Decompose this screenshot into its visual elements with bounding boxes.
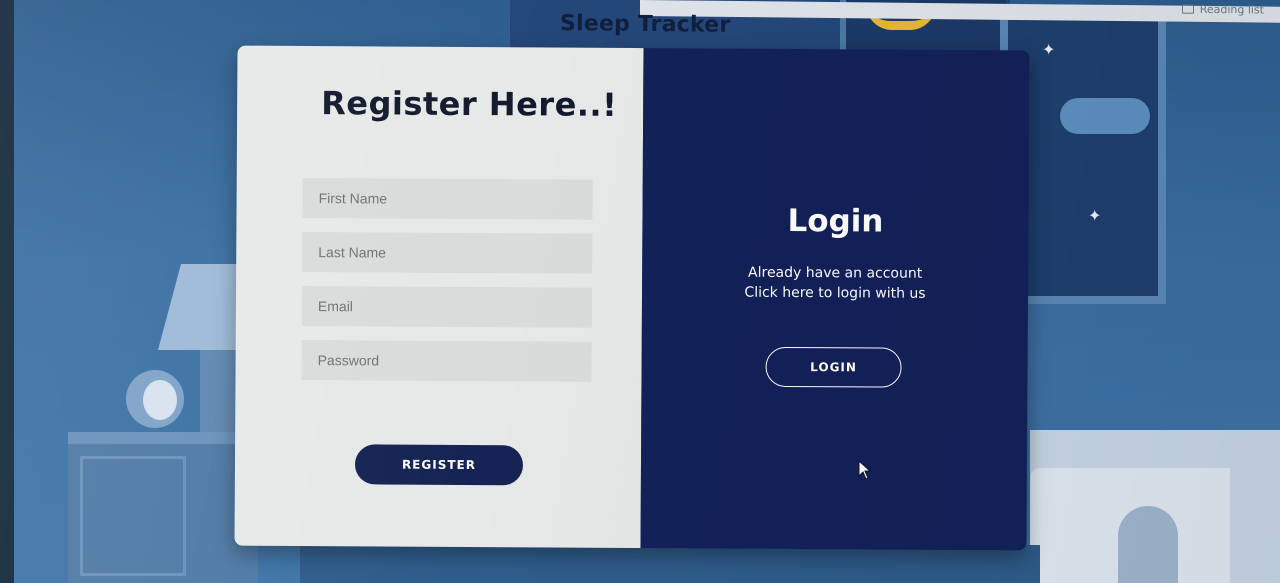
register-heading: Register Here..! xyxy=(321,84,618,124)
login-panel: Login Already have an account Click here… xyxy=(640,48,1030,551)
sparkle-star-icon: ✦ xyxy=(1088,206,1102,225)
reading-list-icon xyxy=(1181,4,1194,14)
arrow-cursor-icon xyxy=(858,460,872,480)
background-clock-face xyxy=(143,380,177,420)
login-subtext-line2: Click here to login with us xyxy=(744,284,926,302)
register-panel: Register Here..! REGISTER xyxy=(234,45,644,549)
sparkle-star-icon: ✦ xyxy=(1042,40,1056,59)
reading-list-button[interactable]: Reading list xyxy=(1181,2,1264,17)
screen: ✦ ✦ Reading list Sleep Tracker Register … xyxy=(0,0,1280,583)
reading-list-label: Reading list xyxy=(1199,2,1264,17)
page-title: Sleep Tracker xyxy=(559,11,731,38)
login-button[interactable]: LOGIN xyxy=(765,346,902,388)
login-heading: Login xyxy=(787,202,884,240)
background-floor xyxy=(300,545,1040,583)
monitor-bezel xyxy=(0,0,14,583)
background-cloud xyxy=(1060,98,1150,134)
background-nightstand-top xyxy=(68,432,258,444)
email-field[interactable] xyxy=(301,285,593,328)
first-name-field[interactable] xyxy=(302,177,593,220)
background-bed-detail xyxy=(1118,506,1178,583)
background-drawer xyxy=(80,456,186,576)
login-subtext-line1: Already have an account xyxy=(747,264,923,282)
register-button[interactable]: REGISTER xyxy=(354,444,524,486)
auth-card: Register Here..! REGISTER Login Already … xyxy=(234,45,1030,551)
last-name-field[interactable] xyxy=(302,231,593,274)
password-field[interactable] xyxy=(301,339,592,382)
